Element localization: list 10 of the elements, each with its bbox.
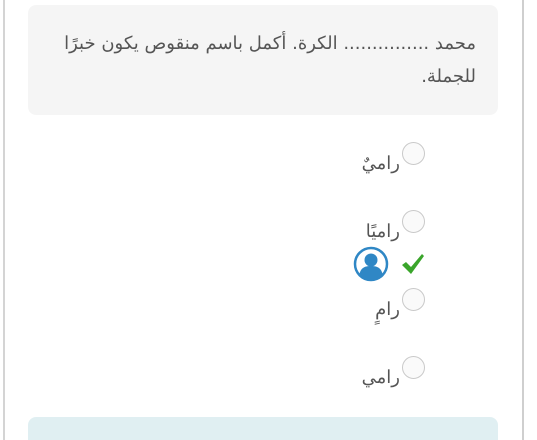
radio-button[interactable] [402,210,425,233]
check-icon [401,253,425,275]
question-text: محمد ............... الكرة. أكمل باسم منقوص يكون خبرًا للجملة. [28,5,498,115]
radio-button[interactable] [402,288,425,311]
option-label[interactable]: راميًا [366,220,400,244]
radio-button[interactable] [402,356,425,379]
option-label[interactable]: راميٌ [362,152,400,176]
option-label[interactable]: رامي [362,366,400,390]
user-avatar-icon [353,246,389,282]
radio-button[interactable] [402,142,425,165]
